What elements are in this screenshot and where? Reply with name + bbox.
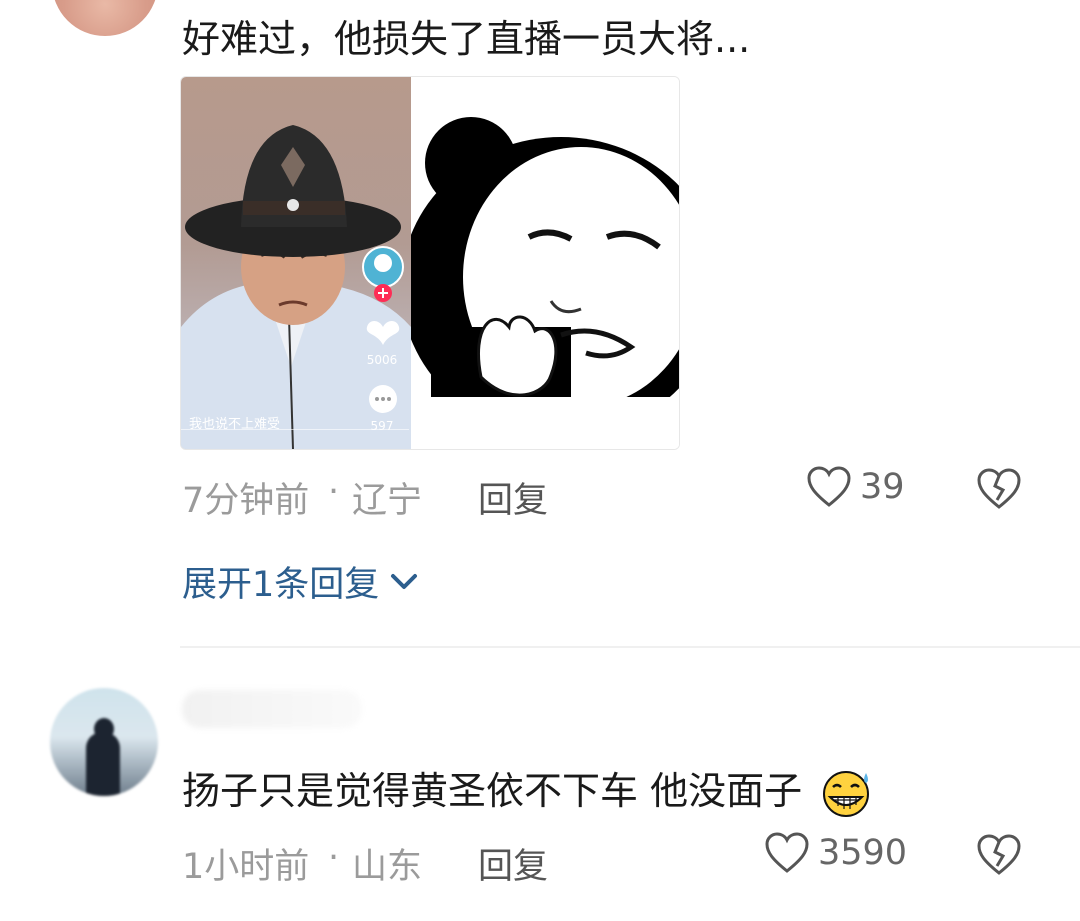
like-count: 5006 [366,353,398,367]
comment-text: 扬子只是觉得黄圣依不下车 他没面子 [182,760,874,819]
video-screenshot: 5006 597 我也说不上难受 [181,77,411,449]
expand-replies-button[interactable]: 展开1条回复 [182,556,419,607]
dislike-button[interactable] [976,834,1022,880]
like-button[interactable]: 3590 [764,832,907,874]
expand-replies-label: 展开1条回复 [182,565,380,605]
comment-divider [180,646,1080,648]
meta-separator: · [328,472,340,512]
like-count: 39 [860,467,905,507]
reply-button[interactable]: 回复 [478,472,548,523]
username-blurred[interactable] [182,690,362,728]
broken-heart-icon [977,468,1021,509]
comment-location: 山东 [352,847,423,887]
comment-time: 7分钟前 [182,481,310,521]
grin-sweat-emoji-icon [823,770,870,817]
commenter-avatar[interactable] [50,688,158,796]
dislike-button[interactable] [976,468,1022,514]
comment-location: 辽宁 [352,481,423,521]
like-count: 3590 [818,833,908,873]
heart-icon [765,832,809,873]
broken-heart-icon [977,834,1021,875]
panda-meme [401,77,679,449]
meta-separator: · [328,838,340,878]
reply-button[interactable]: 回复 [478,838,548,889]
commenter-avatar[interactable] [52,0,158,36]
comment-text: 好难过，他损失了直播一员大将... [182,17,751,61]
caption-line [181,429,409,430]
comment-text-content: 扬子只是觉得黄圣依不下车 他没面子 [182,769,803,813]
chevron-down-icon [391,573,418,589]
heart-icon [807,466,851,507]
comment-time: 1小时前 [182,847,310,887]
comment-image[interactable]: 5006 597 我也说不上难受 [180,76,680,450]
like-button[interactable]: 39 [806,466,905,508]
